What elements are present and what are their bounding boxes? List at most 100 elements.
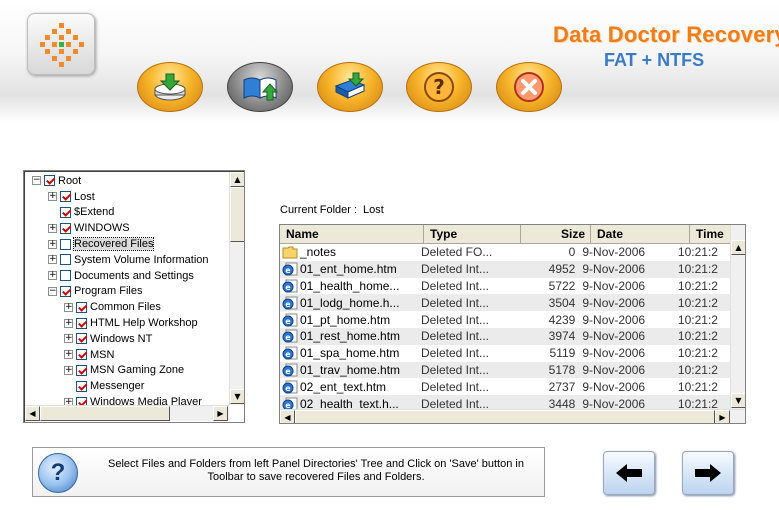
- tree-item[interactable]: Messenger: [26, 378, 230, 394]
- tree-item[interactable]: + System Volume Information: [26, 252, 230, 268]
- file-row[interactable]: _notes Deleted FO... 0 9-Nov-2006 10:21:2: [280, 244, 730, 261]
- column-header-name[interactable]: Name: [280, 225, 424, 244]
- tree-item-checkbox[interactable]: [44, 175, 55, 187]
- file-list-horizontal-scrollbar[interactable]: ◀ ▶: [280, 409, 745, 423]
- file-row[interactable]: e 01_ent_home.htm Deleted Int... 4952 9-Nov-…: [280, 260, 730, 278]
- collapse-icon[interactable]: −: [32, 176, 41, 186]
- tree-item-checkbox[interactable]: [76, 380, 87, 392]
- expand-icon[interactable]: +: [48, 271, 57, 281]
- file-row[interactable]: e 02_health_text.h... Deleted Int... 3448 9-…: [280, 395, 730, 409]
- open-book-button[interactable]: [227, 62, 293, 112]
- file-size-cell: 4952: [548, 262, 576, 277]
- expand-icon[interactable]: +: [48, 192, 57, 202]
- tree-item-checkbox[interactable]: [76, 333, 87, 345]
- tree-item-checkbox[interactable]: [60, 254, 71, 266]
- expand-icon[interactable]: +: [48, 255, 57, 265]
- next-button[interactable]: [682, 451, 734, 495]
- column-header-date[interactable]: Date: [591, 225, 690, 244]
- exit-button[interactable]: [496, 62, 562, 112]
- tree-item-checkbox[interactable]: [60, 238, 71, 250]
- tree-item-checkbox[interactable]: [76, 317, 87, 329]
- file-row[interactable]: e 01_rest_home.htm Deleted Int... 3974 9-Nov…: [280, 327, 730, 345]
- expand-icon[interactable]: +: [64, 318, 73, 328]
- file-date-cell: 9-Nov-2006: [582, 379, 646, 394]
- tree-item-checkbox[interactable]: [60, 191, 71, 203]
- tree-item-checkbox[interactable]: [76, 396, 87, 405]
- file-time-cell: 10:21:2: [677, 379, 718, 394]
- tree-item-label: Root: [58, 174, 82, 187]
- tree-item-checkbox[interactable]: [76, 364, 87, 376]
- tree-item-checkbox[interactable]: [60, 206, 71, 218]
- file-row[interactable]: e 01_health_home... Deleted Int... 5722 9-No…: [280, 278, 730, 295]
- tree-horizontal-scrollbar[interactable]: ◀ ▶: [25, 405, 229, 421]
- tree-item[interactable]: + Recovered Files: [26, 236, 230, 252]
- scroll-up-icon[interactable]: ▲: [230, 172, 244, 187]
- tree-scroll-thumb[interactable]: [230, 187, 244, 242]
- instruction-panel: ? Select Files and Folders from left Pan…: [32, 447, 545, 497]
- file-row[interactable]: e 01_trav_home.htm Deleted Int... 5178 9-Nov…: [280, 361, 730, 379]
- file-name-text: 02_ent_text.htm: [300, 379, 387, 394]
- scroll-right-icon[interactable]: ▶: [213, 406, 228, 421]
- save-button[interactable]: [137, 62, 203, 112]
- tree-item-label: $Extend: [74, 206, 115, 219]
- expand-icon[interactable]: +: [64, 334, 73, 344]
- help-button[interactable]: ?: [406, 62, 472, 112]
- tree-vertical-scrollbar[interactable]: ▲ ▼: [229, 172, 244, 405]
- expand-icon[interactable]: +: [64, 350, 73, 360]
- tree-item[interactable]: − Root: [26, 173, 230, 189]
- file-date-cell: 9-Nov-2006: [582, 245, 646, 260]
- file-row[interactable]: e 02_ent_text.htm Deleted Int... 2737 9-Nov-…: [280, 378, 730, 395]
- expand-icon[interactable]: +: [48, 223, 57, 233]
- scroll-down-icon[interactable]: ▼: [731, 393, 745, 408]
- file-list-hscroll-thumb[interactable]: [295, 410, 715, 423]
- tree-item[interactable]: + Common Files: [26, 299, 230, 315]
- scroll-left-icon[interactable]: ◀: [280, 410, 295, 423]
- expand-icon[interactable]: +: [48, 239, 57, 249]
- tree-item[interactable]: + Lost: [26, 189, 230, 205]
- collapse-icon[interactable]: −: [48, 286, 57, 296]
- file-name-text: 01_ent_home.htm: [300, 262, 397, 277]
- tree-item-checkbox[interactable]: [60, 222, 71, 234]
- back-button[interactable]: [603, 451, 655, 495]
- file-list[interactable]: Name Type Size Date Time _notes Deleted F…: [279, 224, 746, 424]
- arrow-right-icon: [695, 464, 721, 482]
- file-time-cell: 10:21:2: [677, 362, 718, 377]
- scroll-left-icon[interactable]: ◀: [25, 406, 40, 421]
- expand-icon[interactable]: +: [64, 302, 73, 312]
- tree-hscroll-thumb[interactable]: [40, 406, 170, 421]
- tree-item-checkbox[interactable]: [76, 349, 87, 361]
- file-name-text: 02_health_text.h...: [300, 396, 399, 409]
- scroll-up-icon[interactable]: ▲: [731, 240, 745, 255]
- tree-item[interactable]: + MSN Gaming Zone: [26, 363, 230, 379]
- column-header-size[interactable]: Size: [521, 225, 591, 244]
- file-date-cell: 9-Nov-2006: [582, 362, 646, 377]
- file-row[interactable]: e 01_pt_home.htm Deleted Int... 4239 9-Nov-2…: [280, 311, 730, 328]
- scroll-down-icon[interactable]: ▼: [230, 389, 244, 404]
- tree-item-checkbox[interactable]: [60, 270, 71, 282]
- file-list-vertical-scrollbar[interactable]: ▲ ▼: [730, 225, 745, 409]
- column-header-type[interactable]: Type: [424, 225, 521, 244]
- tree-item[interactable]: + HTML Help Workshop: [26, 315, 230, 331]
- file-date-cell: 9-Nov-2006: [582, 312, 646, 327]
- file-date-cell: 9-Nov-2006: [582, 346, 646, 361]
- scroll-right-icon[interactable]: ▶: [715, 410, 730, 423]
- tree-item-label: Common Files: [90, 301, 161, 314]
- download-book-button[interactable]: [317, 62, 383, 112]
- tree-item-checkbox[interactable]: [60, 285, 71, 297]
- directory-tree[interactable]: − Root + Lost $Extend + WINDOWS + Recovered File…: [23, 170, 245, 423]
- tree-item[interactable]: + Windows Media Player: [26, 394, 230, 405]
- tree-item[interactable]: $Extend: [26, 205, 230, 221]
- tree-item[interactable]: + Windows NT: [26, 331, 230, 347]
- tree-item-checkbox[interactable]: [76, 301, 87, 313]
- file-row[interactable]: e 01_lodg_home.h... Deleted Int... 3504 9-No…: [280, 294, 730, 312]
- file-row[interactable]: e 01_spa_home.htm Deleted Int... 5119 9-Nov-…: [280, 345, 730, 362]
- tree-item[interactable]: + Documents and Settings: [26, 268, 230, 284]
- file-size-cell: 4239: [548, 312, 576, 327]
- expand-icon[interactable]: +: [64, 365, 73, 375]
- tree-item[interactable]: − Program Files: [26, 284, 230, 300]
- tree-item[interactable]: + MSN: [26, 347, 230, 363]
- tree-item[interactable]: + WINDOWS: [26, 220, 230, 236]
- close-icon: [514, 72, 544, 102]
- expand-icon[interactable]: +: [64, 397, 73, 405]
